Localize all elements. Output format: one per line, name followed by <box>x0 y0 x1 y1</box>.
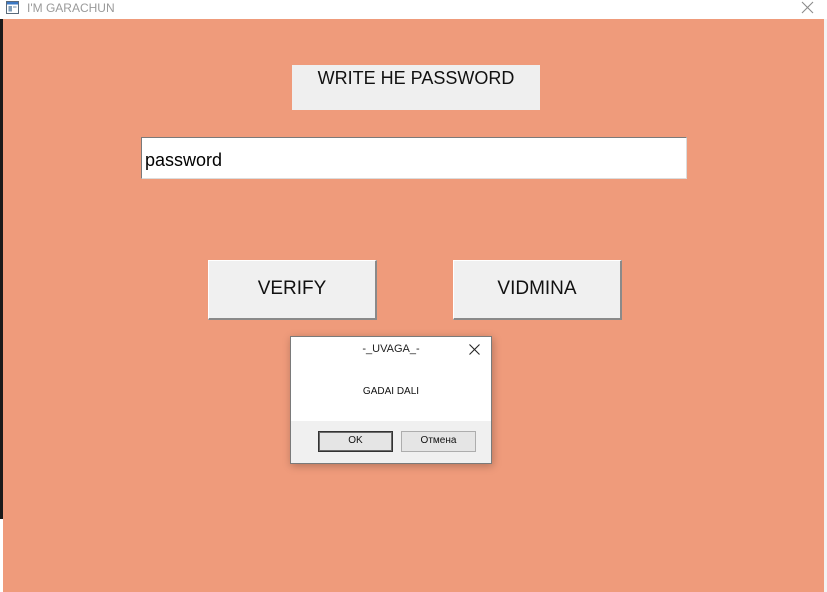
main-window: I'M GARACHUN WRITE HE PASSWORD VERIFY VI… <box>0 0 827 592</box>
ok-button[interactable]: OK <box>318 431 393 452</box>
title-bar[interactable]: I'M GARACHUN <box>0 0 827 19</box>
message-dialog: -_UVAGA_- GADAI DALI OK Отмена <box>290 336 492 464</box>
password-prompt-text: WRITE HE PASSWORD <box>317 68 515 88</box>
dialog-message: GADAI DALI <box>362 386 420 397</box>
verify-button[interactable]: VERIFY <box>208 260 377 320</box>
close-icon[interactable] <box>799 0 815 16</box>
dialog-close-icon[interactable] <box>468 343 481 356</box>
password-prompt-label: WRITE HE PASSWORD <box>292 65 540 110</box>
password-input[interactable] <box>141 137 687 179</box>
app-window-icon <box>6 1 19 14</box>
dialog-title: -_UVAGA_- <box>362 343 420 355</box>
vidmina-button[interactable]: VIDMINA <box>453 260 622 320</box>
cancel-button[interactable]: Отмена <box>401 431 476 452</box>
window-title: I'M GARACHUN <box>27 1 115 15</box>
